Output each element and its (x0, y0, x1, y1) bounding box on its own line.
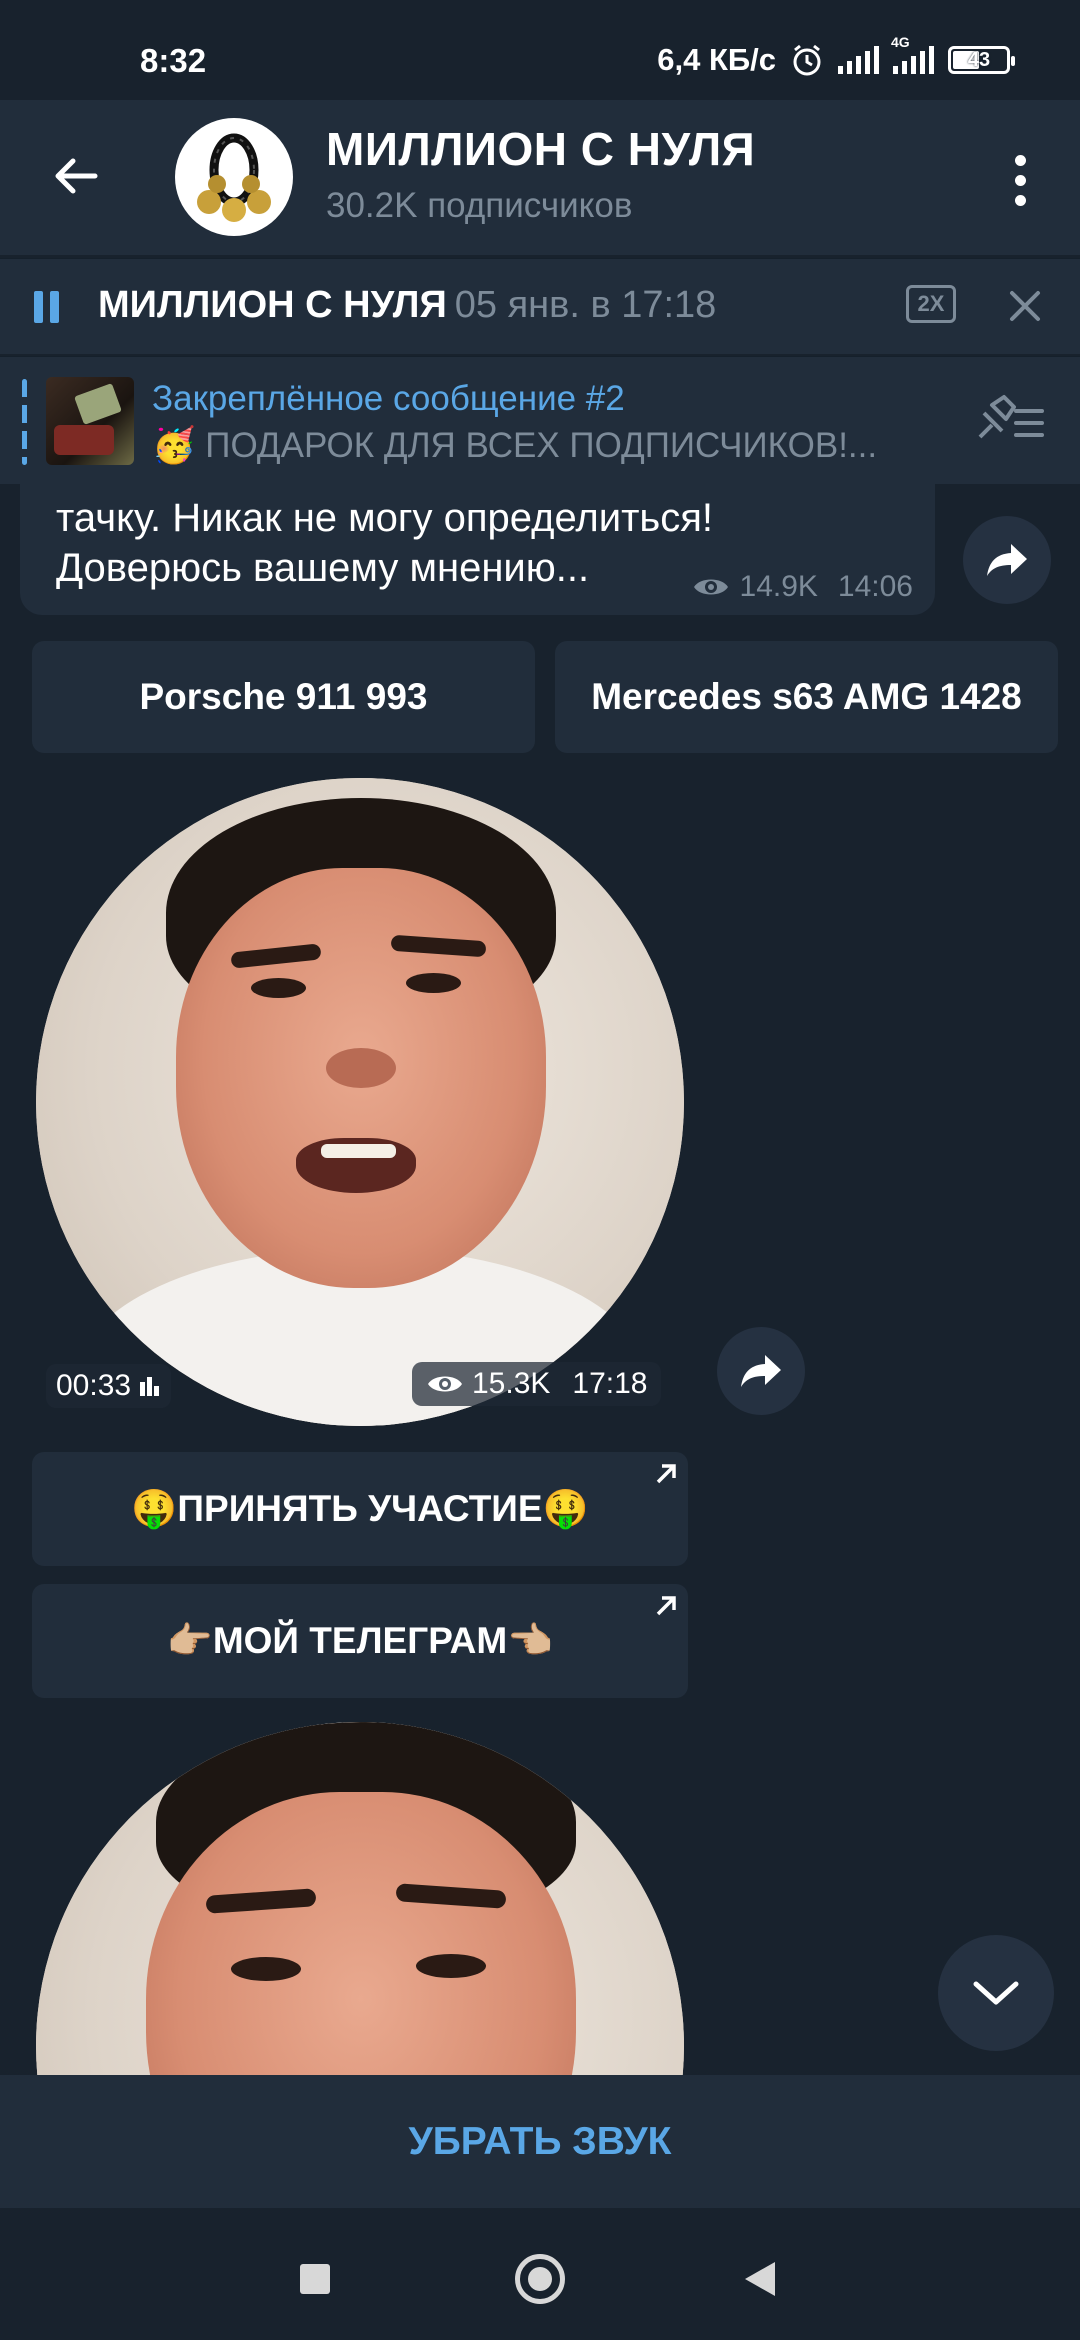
network-speed: 6,4 КБ/с (657, 42, 776, 77)
round-video-message[interactable] (36, 778, 684, 1426)
message-meta: 14.9K 14:06 (692, 570, 913, 604)
message-bubble: тачку. Никак не могу определиться! Довер… (20, 470, 935, 615)
chevron-down-icon (973, 1981, 1019, 2005)
my-telegram-button[interactable]: 👉🏼МОЙ ТЕЛЕГРАМ👈🏼 (32, 1584, 688, 1698)
back-button[interactable] (40, 140, 112, 212)
signal-icon (838, 46, 879, 74)
share-button[interactable] (963, 516, 1051, 604)
alarm-icon (793, 44, 821, 76)
channel-avatar[interactable] (175, 118, 293, 236)
message-text-line: тачку. Никак не могу определиться! (56, 496, 714, 540)
more-menu-button[interactable] (990, 140, 1050, 220)
system-nav-bar (0, 2208, 1080, 2340)
message-views: 14.9K (739, 570, 818, 603)
pinned-message-bar[interactable]: Закреплённое сообщение #2 🥳 ПОДАРОК ДЛЯ … (0, 356, 1080, 484)
pinned-list-icon[interactable] (968, 393, 1046, 449)
pause-button[interactable] (34, 291, 62, 323)
round-video-message-partial[interactable] (36, 1722, 684, 2075)
video-time: 17:18 (572, 1367, 648, 1400)
pinned-thumbnail (46, 377, 134, 465)
close-player-button[interactable] (1000, 281, 1050, 331)
player-channel: МИЛЛИОН С НУЛЯ (98, 284, 447, 326)
media-player-bar[interactable]: МИЛЛИОН С НУЛЯ 05 янв. в 17:18 2X (0, 258, 1080, 354)
pause-icon (34, 291, 43, 323)
video-meta: 15.3K 17:18 (412, 1362, 662, 1406)
audio-bars-icon (140, 1377, 160, 1396)
system-back-icon[interactable] (745, 2262, 775, 2296)
external-link-icon (656, 1596, 676, 1616)
share-button[interactable] (717, 1327, 805, 1415)
chat-header: МИЛЛИОН С НУЛЯ 30.2K подписчиков (0, 100, 1080, 255)
status-bar: 8:32 6,4 КБ/с 4G 43 (0, 0, 1080, 100)
my-telegram-label: 👉🏼МОЙ ТЕЛЕГРАМ👈🏼 (166, 1619, 554, 1661)
dot-icon (1014, 174, 1026, 186)
network-type: 4G (891, 34, 910, 50)
player-title: МИЛЛИОН С НУЛЯ 05 янв. в 17:18 (98, 284, 716, 327)
playback-speed-button[interactable]: 2X (906, 285, 956, 323)
eye-icon (428, 1376, 462, 1392)
battery-icon: 43 (948, 46, 1015, 74)
subscriber-count: 30.2K подписчиков (326, 186, 633, 225)
player-date: 05 янв. в 17:18 (454, 284, 717, 326)
vote-button-mercedes[interactable]: Mercedes s63 AMG 1428 (555, 641, 1058, 753)
dot-icon (1014, 194, 1026, 206)
close-icon (1010, 291, 1040, 321)
video-duration-text: 00:33 (56, 1369, 132, 1402)
message-time: 14:06 (837, 570, 913, 603)
share-arrow-icon (741, 1355, 781, 1387)
pinned-indicator (22, 379, 27, 465)
money-chain-logo (197, 133, 271, 222)
status-indicators: 6,4 КБ/с 4G 43 (657, 34, 1015, 78)
status-time: 8:32 (140, 42, 207, 79)
vote-button-porsche[interactable]: Porsche 911 993 (32, 641, 535, 753)
mute-button[interactable]: УБРАТЬ ЗВУК (0, 2075, 1080, 2208)
pinned-label: Закреплённое сообщение #2 (152, 379, 625, 418)
recents-icon[interactable] (300, 2264, 330, 2294)
external-link-icon (656, 1464, 676, 1484)
video-duration: 00:33 (46, 1364, 172, 1408)
participate-label: 🤑ПРИНЯТЬ УЧАСТИЕ🤑 (131, 1487, 589, 1529)
signal-4g-icon: 4G (891, 34, 934, 74)
share-arrow-icon (987, 544, 1027, 576)
channel-title: МИЛЛИОН С НУЛЯ (326, 123, 756, 175)
battery-level: 43 (967, 48, 991, 71)
arrow-left-icon (55, 158, 98, 194)
eye-icon (693, 579, 728, 595)
message-text-line: Доверюсь вашему мнению... (56, 546, 590, 590)
home-icon[interactable] (515, 2254, 565, 2304)
scroll-to-bottom-button[interactable] (938, 1935, 1054, 2051)
participate-button[interactable]: 🤑ПРИНЯТЬ УЧАСТИЕ🤑 (32, 1452, 688, 1566)
dot-icon (1014, 154, 1026, 166)
video-views: 15.3K (472, 1367, 551, 1400)
pinned-text: 🥳 ПОДАРОК ДЛЯ ВСЕХ ПОДПИСЧИКОВ!... (152, 426, 878, 465)
